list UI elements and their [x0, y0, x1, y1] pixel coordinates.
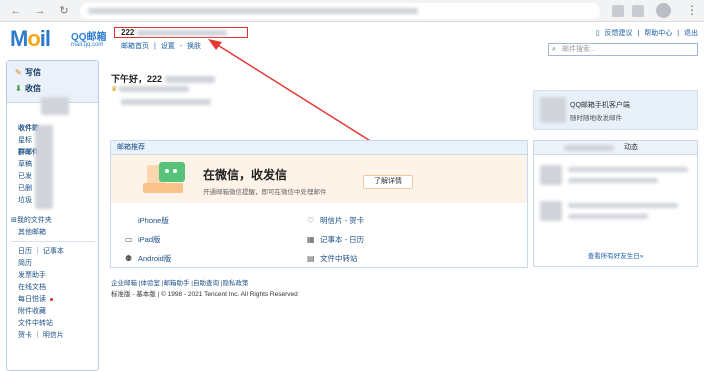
banner-subtitle: 开通邮箱微信提醒，即可在微信中处理邮件 — [203, 189, 327, 196]
notes-calendar-link[interactable]: ▦ 记事本 - 日历 — [307, 230, 364, 249]
client-apps: iPhone版 ▭ iPad版 ⚉ Android版 — [125, 211, 171, 268]
unread-dot — [50, 297, 53, 301]
friends-tab[interactable]: 动态 — [534, 141, 697, 155]
iphone-app-link[interactable]: iPhone版 — [125, 211, 171, 230]
inbox-button[interactable]: ⬇ 收信 — [15, 83, 41, 94]
footer-links[interactable]: 企业邮箱 |体验室 |邮箱助手 |自助查询 |隐私政策 — [111, 277, 248, 287]
ipad-app-link[interactable]: ▭ iPad版 — [125, 230, 171, 249]
file-icon: ▤ — [307, 254, 315, 263]
daily-reading-link[interactable]: 每日悦读 — [18, 294, 64, 306]
resume-link[interactable]: 简历 — [18, 258, 64, 270]
promo-title: QQ邮箱手机客户端 — [570, 102, 630, 109]
learn-more-button[interactable]: 了解详情 — [363, 175, 413, 189]
wechat-illustration — [143, 162, 185, 193]
friends-panel: 动态 查看所有好友生日» — [533, 140, 698, 267]
android-app-link[interactable]: ⚉ Android版 — [125, 249, 171, 268]
calendar-icon: ▦ — [307, 235, 315, 244]
postcard-link[interactable]: ♡ 明信片 - 贺卡 — [307, 211, 364, 230]
android-icon: ⚉ — [125, 254, 133, 263]
file-station-link[interactable]: ▤ 文件中转站 — [307, 249, 364, 268]
inbox-icon: ⬇ — [15, 84, 22, 93]
calendar-notes-link[interactable]: 日历 ｜ 记事本 — [18, 246, 64, 258]
feature-apps: ♡ 明信片 - 贺卡 ▦ 记事本 - 日历 ▤ 文件中转站 — [307, 211, 364, 268]
view-birthdays-link[interactable]: 查看所有好友生日» — [534, 250, 697, 260]
mobile-client-promo[interactable]: QQ邮箱手机客户端 随时随地收发邮件 — [533, 90, 698, 130]
tablet-icon: ▭ — [125, 235, 133, 244]
wechat-banner[interactable]: 在微信，收发信 开通邮箱微信提醒，即可在微信中处理邮件 了解详情 — [111, 155, 527, 203]
recommend-title: 邮箱推荐 — [111, 141, 527, 155]
app-list: 日历 ｜ 记事本 简历 发票助手 在线文档 每日悦读 附件收藏 文件中转站 贺卡… — [18, 246, 64, 342]
online-docs-link[interactable]: 在线文档 — [18, 282, 64, 294]
pencil-icon: ✎ — [15, 68, 22, 77]
footer-copyright: 标准版 - 基本版 | © 1998 - 2021 Tencent Inc. A… — [111, 291, 298, 298]
invoice-link[interactable]: 发票助手 — [18, 270, 64, 282]
my-folders-toggle[interactable]: ⊞我的文件夹 — [11, 215, 52, 227]
heart-icon: ♡ — [307, 216, 315, 225]
greeting-info: ♛ — [111, 85, 211, 105]
recommend-panel: 邮箱推荐 在微信，收发信 开通邮箱微信提醒，即可在微信中处理邮件 了解详情 iP… — [110, 140, 528, 268]
sidebar: ✎ 写信 ⬇ 收信 收件箱 星标 群邮件 草稿 已发 已删 垃圾 ⊞我的文件夹 其他… — [6, 60, 99, 371]
vip-icon: ♛ — [111, 86, 118, 93]
attachments-link[interactable]: 附件收藏 — [18, 306, 64, 318]
cards-link[interactable]: 贺卡 ｜ 明信片 — [18, 330, 64, 342]
greeting: 下午好，222 — [111, 72, 215, 85]
file-transfer-link[interactable]: 文件中转站 — [18, 318, 64, 330]
other-folders: ⊞我的文件夹 其他邮箱 — [11, 215, 52, 239]
other-mailbox[interactable]: 其他邮箱 — [11, 227, 52, 239]
promo-subtitle: 随时随地收发邮件 — [570, 115, 622, 122]
compose-button[interactable]: ✎ 写信 — [15, 67, 41, 78]
banner-title: 在微信，收发信 — [203, 168, 288, 182]
